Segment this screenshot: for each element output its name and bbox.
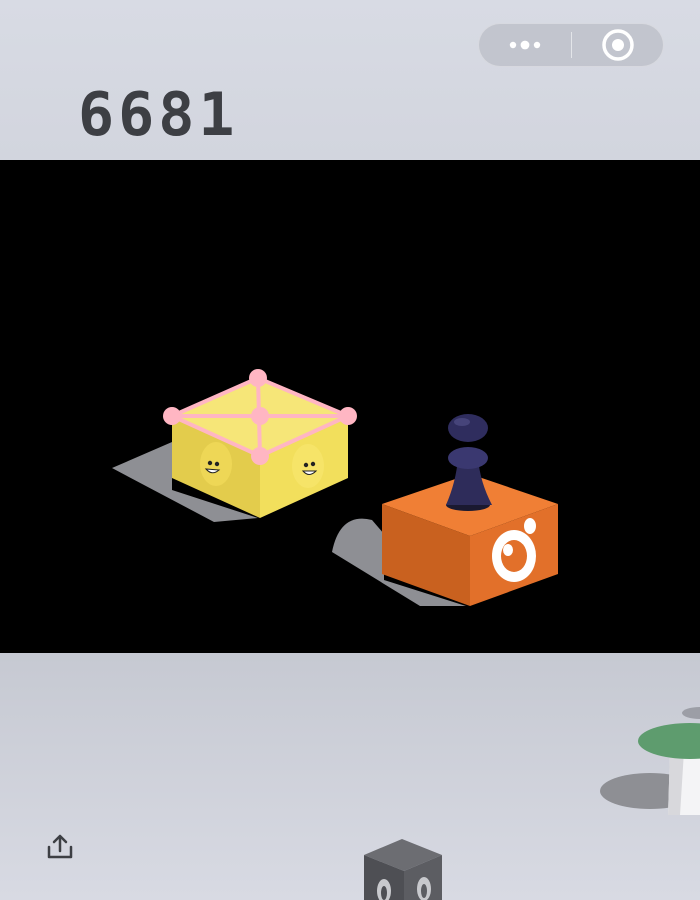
target-close-icon (601, 29, 634, 61)
lower-ground (0, 653, 700, 900)
yellow-block (163, 369, 357, 518)
game-scene (112, 369, 558, 606)
close-button[interactable] (572, 24, 663, 66)
player-piece (446, 414, 492, 511)
lower-scene (364, 707, 700, 900)
share-upload-icon (47, 834, 73, 859)
share-button[interactable] (44, 834, 76, 862)
game-stage[interactable] (0, 160, 700, 653)
grey-block (364, 839, 442, 900)
yellow-right-face-icon (292, 444, 324, 488)
more-dots-icon (509, 40, 541, 50)
more-button[interactable] (479, 24, 571, 66)
score-display: 6681 (78, 80, 239, 150)
yellow-left-face-icon (200, 442, 232, 486)
mini-program-capsule (478, 23, 664, 67)
mushroom-decoration (600, 707, 700, 815)
